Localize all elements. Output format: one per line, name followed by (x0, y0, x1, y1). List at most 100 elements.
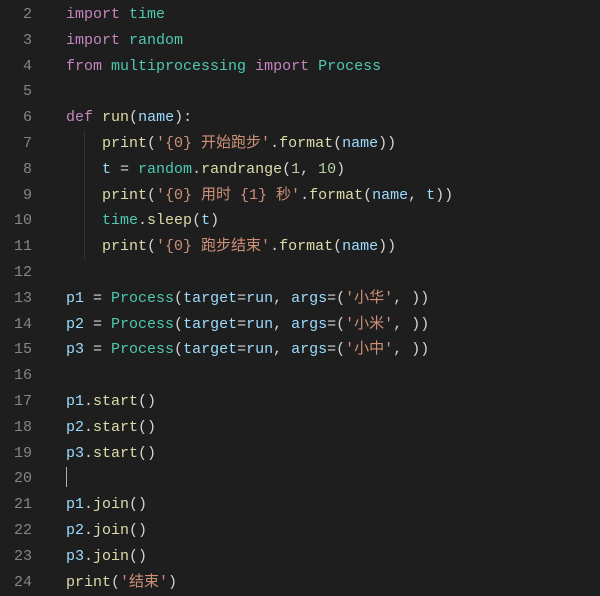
line-number: 9 (0, 183, 32, 209)
token-comma: , (393, 341, 411, 358)
token-var: p3 (66, 548, 84, 565)
code-line[interactable]: import time (66, 2, 600, 28)
token-num: 10 (318, 161, 336, 178)
token-var: t (201, 212, 210, 229)
code-line[interactable] (66, 260, 600, 286)
code-line[interactable]: p1.join() (66, 492, 600, 518)
token-paren: ( (336, 290, 345, 307)
token-op: = (237, 290, 246, 307)
token-paren: ( (282, 161, 291, 178)
token-var: p3 (66, 341, 84, 358)
code-line[interactable]: p2.join() (66, 518, 600, 544)
line-number: 6 (0, 105, 32, 131)
token-str: '小中' (345, 341, 393, 358)
indent-guide (84, 131, 85, 260)
token-paren: ) (174, 109, 183, 126)
code-line[interactable]: p2.start() (66, 415, 600, 441)
code-line[interactable]: p1.start() (66, 389, 600, 415)
token-fn: join (93, 548, 129, 565)
code-line[interactable] (66, 79, 600, 105)
token-fndef: run (102, 109, 129, 126)
token-var: p2 (66, 419, 84, 436)
token-mod: time (102, 212, 138, 229)
line-number: 19 (0, 441, 32, 467)
code-line[interactable]: print('{0} 跑步结束'.format(name)) (66, 234, 600, 260)
token-paren: ( (336, 316, 345, 333)
token-paren: () (129, 522, 147, 539)
token-op: . (270, 238, 279, 255)
token-var: p2 (66, 522, 84, 539)
token-fn: format (309, 187, 363, 204)
code-line[interactable]: p3.start() (66, 441, 600, 467)
code-line[interactable] (66, 363, 600, 389)
token-op (93, 109, 102, 126)
token-var: target (183, 290, 237, 307)
token-paren: )) (378, 238, 396, 255)
token-op: . (84, 548, 93, 565)
token-fn: start (93, 419, 138, 436)
token-str: '{0} 跑步结束' (156, 238, 270, 255)
line-number: 2 (0, 2, 32, 28)
token-kw: import (255, 58, 309, 75)
code-line[interactable]: print('{0} 用时 {1} 秒'.format(name, t)) (66, 183, 600, 209)
token-op: = (84, 290, 111, 307)
token-fn: start (93, 445, 138, 462)
token-comma: , (393, 316, 411, 333)
token-var: name (342, 238, 378, 255)
line-number: 11 (0, 234, 32, 260)
code-line[interactable]: from multiprocessing import Process (66, 54, 600, 80)
token-fn: format (279, 238, 333, 255)
code-line[interactable]: p1 = Process(target=run, args=('小华', )) (66, 286, 600, 312)
code-line[interactable] (66, 466, 600, 492)
code-line[interactable]: print('结束') (66, 570, 600, 596)
token-fn: randrange (201, 161, 282, 178)
code-line[interactable]: p3.join() (66, 544, 600, 570)
token-var: target (183, 316, 237, 333)
code-line[interactable]: import random (66, 28, 600, 54)
token-op: . (300, 187, 309, 204)
token-mod: Process (111, 290, 174, 307)
token-var: args (291, 341, 327, 358)
token-paren: )) (411, 316, 429, 333)
line-number: 3 (0, 28, 32, 54)
token-mod: random (129, 32, 183, 49)
line-number: 4 (0, 54, 32, 80)
token-var: t (102, 161, 111, 178)
code-line[interactable]: print('{0} 开始跑步'.format(name)) (66, 131, 600, 157)
token-str: '{0} 用时 {1} 秒' (156, 187, 300, 204)
token-var: args (291, 290, 327, 307)
token-mod: multiprocessing (111, 58, 246, 75)
token-op: = (111, 161, 138, 178)
code-line[interactable]: def run(name): (66, 105, 600, 131)
code-line[interactable]: time.sleep(t) (66, 208, 600, 234)
token-op: . (138, 212, 147, 229)
token-op: . (192, 161, 201, 178)
token-comma: , (273, 316, 291, 333)
token-paren: )) (378, 135, 396, 152)
token-var: name (342, 135, 378, 152)
token-op (102, 58, 111, 75)
token-var: args (291, 316, 327, 333)
token-paren: () (129, 496, 147, 513)
token-paren: ( (129, 109, 138, 126)
token-comma: , (393, 290, 411, 307)
line-number: 23 (0, 544, 32, 570)
token-paren: () (138, 393, 156, 410)
token-var: run (246, 341, 273, 358)
token-op: . (84, 496, 93, 513)
code-line[interactable]: p2 = Process(target=run, args=('小米', )) (66, 312, 600, 338)
line-number: 18 (0, 415, 32, 441)
token-fn: format (279, 135, 333, 152)
code-editor[interactable]: 23456789101112131415161718192021222324 i… (0, 0, 600, 596)
token-mod: Process (111, 316, 174, 333)
token-fn: print (102, 135, 147, 152)
token-op: = (327, 316, 336, 333)
token-paren: ) (210, 212, 219, 229)
token-kw: import (66, 6, 120, 23)
code-line[interactable]: p3 = Process(target=run, args=('小中', )) (66, 337, 600, 363)
token-op (120, 6, 129, 23)
code-line[interactable]: t = random.randrange(1, 10) (66, 157, 600, 183)
token-mod: random (138, 161, 192, 178)
token-comma: , (408, 187, 426, 204)
code-area[interactable]: import timeimport randomfrom multiproces… (46, 0, 600, 596)
